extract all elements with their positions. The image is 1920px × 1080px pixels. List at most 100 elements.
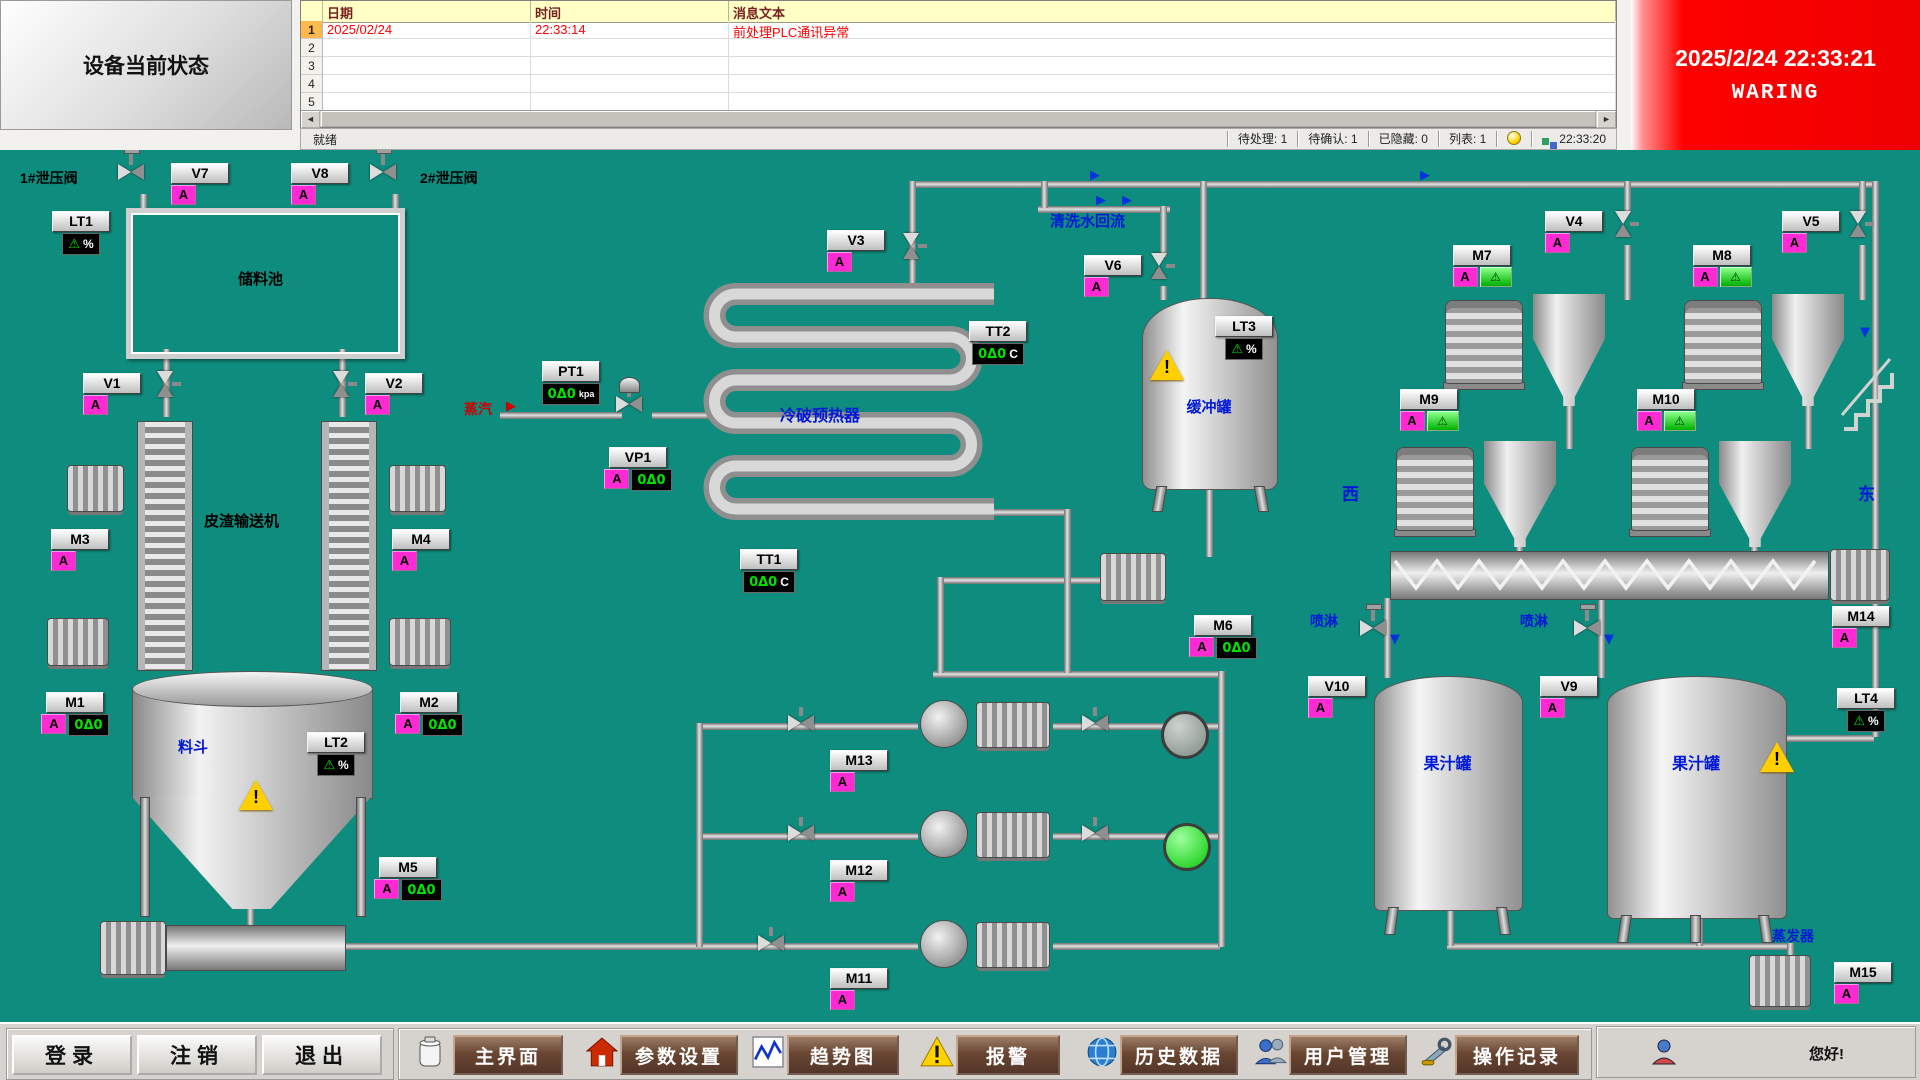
parameter-settings-button[interactable]: 参数设置 [620,1035,738,1075]
ack-box: A [83,395,108,415]
row-number: 3 [301,57,323,75]
col-time[interactable]: 时间 [531,1,729,23]
valve-icon[interactable] [1151,253,1167,279]
col-date[interactable]: 日期 [323,1,531,23]
valve-icon[interactable] [758,935,784,951]
badge-m15[interactable]: M15A [1834,962,1892,1004]
trend-chart-button[interactable]: 趋势图 [787,1035,899,1075]
storage-pool-label: 储料池 [126,268,395,289]
alarm-row[interactable]: 3 [301,57,1616,75]
hopper-leg [140,797,150,917]
motor-m3 [67,465,124,512]
valve-icon[interactable] [1082,715,1108,731]
scroll-right-icon[interactable]: ► [1597,111,1616,128]
alarm-row[interactable]: 5 [301,93,1616,111]
screw-conveyor-motor [1830,549,1890,601]
history-data-button[interactable]: 历史数据 [1120,1035,1238,1075]
valve-icon[interactable] [903,233,919,259]
badge-m10[interactable]: M10A⚠ [1632,389,1700,431]
badge-v2[interactable]: V2A [365,373,423,415]
valve-icon[interactable] [157,371,173,397]
scroll-left-icon[interactable]: ◄ [301,111,320,128]
hopper-warning-icon[interactable]: ! [239,780,273,810]
badge-label: TT2 [969,321,1027,342]
scroll-thumb[interactable] [321,111,1596,127]
ack-box: A [830,772,855,792]
steam-label: 蒸汽 [464,399,492,419]
horizontal-scrollbar[interactable]: ◄ ► [301,110,1616,127]
badge-v3[interactable]: V3A [827,230,885,272]
status-lamp-gray[interactable] [1161,711,1209,759]
badge-m7[interactable]: M7A⚠ [1448,245,1516,287]
badge-v4[interactable]: V4A [1545,211,1603,253]
juice-tank-warning-icon[interactable]: ! [1760,742,1794,772]
relief-valve-1-label: 1#泄压阀 [20,168,78,188]
alarm-table[interactable]: 日期 时间 消息文本 12025/02/2422:33:14前处理PLC通讯异常… [300,0,1617,128]
badge-lt2[interactable]: LT2⚠% [300,732,372,776]
flow-arrow-icon: ▶ [1420,168,1430,183]
pipe [1447,943,1789,950]
badge-tt1[interactable]: TT10Δ0C [727,549,811,593]
badge-v7[interactable]: V7A [171,163,229,205]
valve-icon[interactable] [333,371,349,397]
bulb-icon[interactable] [1496,131,1531,147]
valve-icon[interactable] [1082,825,1108,841]
valve-icon[interactable] [788,825,814,841]
exit-button[interactable]: 退出 [262,1035,382,1075]
valve-icon[interactable] [1360,620,1386,636]
badge-m12[interactable]: M12A [830,860,888,902]
valve-icon[interactable] [1574,620,1600,636]
alarm-button[interactable]: 报警 [956,1035,1060,1075]
badge-m9[interactable]: M9A⚠ [1395,389,1463,431]
badge-v9[interactable]: V9A [1540,676,1598,718]
badge-v1[interactable]: V1A [83,373,141,415]
badge-lt3[interactable]: LT3⚠% [1208,316,1280,360]
valve-icon[interactable] [616,396,642,412]
badge-m11[interactable]: M11A [830,968,888,1010]
badge-m3[interactable]: M3A [51,529,109,571]
valve-icon[interactable] [1615,211,1631,237]
badge-v8[interactable]: V8A [291,163,349,205]
badge-m6[interactable]: M6A0Δ0 [1176,615,1270,659]
tank-icon [416,1036,450,1070]
status-lamp-green[interactable] [1163,823,1211,871]
blower-m9 [1396,447,1474,531]
badge-m4[interactable]: M4A [392,529,450,571]
user-management-button[interactable]: 用户管理 [1289,1035,1407,1075]
badge-v5[interactable]: V5A [1782,211,1840,253]
valve-icon[interactable] [1850,211,1866,237]
alarm-row[interactable]: 2 [301,39,1616,57]
badge-tt2[interactable]: TT20Δ0C [956,321,1040,365]
badge-pt1[interactable]: PT10Δ0kpa [529,361,613,405]
badge-m1[interactable]: M1A0Δ0 [28,692,122,736]
login-button[interactable]: 登录 [12,1035,132,1075]
badge-vp1[interactable]: VP1A0Δ0 [591,447,685,491]
badge-v10[interactable]: V10A [1308,676,1366,718]
valve-icon[interactable] [118,164,144,180]
badge-label: M1 [46,692,104,713]
col-message[interactable]: 消息文本 [729,1,1616,23]
valve-icon[interactable] [788,715,814,731]
pipe [1859,245,1866,300]
badge-m2[interactable]: M2A0Δ0 [382,692,476,736]
wash-return-label: 清洗水回流 [1050,210,1125,231]
badge-v6[interactable]: V6A [1084,255,1142,297]
badge-m14[interactable]: M14A [1832,606,1890,648]
buffer-warning-icon[interactable]: ! [1150,350,1184,380]
main-screen-button[interactable]: 主界面 [453,1035,563,1075]
ack-box: A [291,185,316,205]
value-box: 0Δ0 [1216,637,1256,659]
badge-lt4[interactable]: LT4⚠% [1830,688,1902,732]
badge-m13[interactable]: M13A [830,750,888,792]
badge-lt1[interactable]: LT1⚠% [45,211,117,255]
badge-m5[interactable]: M5A0Δ0 [361,857,455,901]
blower-m8 [1684,300,1762,384]
valve-icon[interactable] [370,164,396,180]
alarm-row[interactable]: 12025/02/2422:33:14前处理PLC通讯异常 [301,21,1616,39]
operation-log-button[interactable]: 操作记录 [1455,1035,1579,1075]
pump-m11-motor [976,922,1050,968]
alarm-row[interactable]: 4 [301,75,1616,93]
badge-m8[interactable]: M8A⚠ [1688,245,1756,287]
hmi-screen: 设备当前状态 日期 时间 消息文本 12025/02/2422:33:14前处理… [0,0,1920,1080]
logout-button[interactable]: 注销 [137,1035,257,1075]
